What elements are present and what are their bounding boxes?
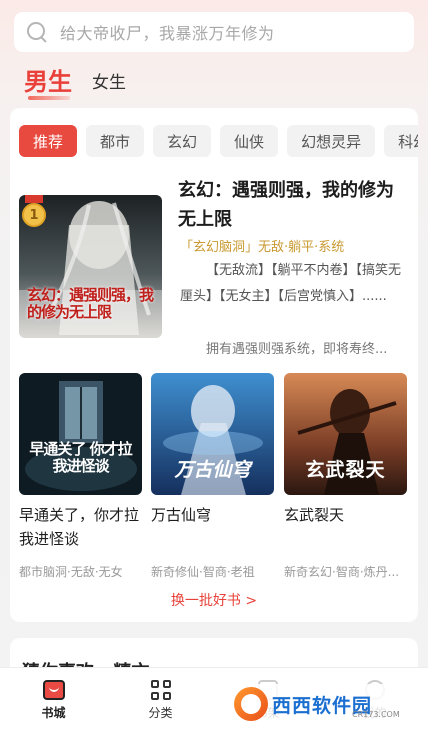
book-subtitle: 新奇修仙·智商·老祖 bbox=[151, 565, 255, 579]
book-title: 玄武裂天 bbox=[284, 506, 345, 524]
book-item[interactable]: 万古仙穹 万古仙穹 新奇修仙·智商·老祖 bbox=[151, 373, 274, 580]
search-icon bbox=[26, 21, 48, 43]
book-title: 万古仙穹 bbox=[151, 506, 212, 524]
featured-cover-text: 玄幻：遇强则强，我的修为无上限 bbox=[27, 286, 154, 321]
book-cover[interactable]: 早通关了 你才拉我进怪谈 bbox=[19, 373, 142, 495]
book-subtitle: 都市脑洞·无敌·无女 bbox=[19, 565, 123, 579]
nav-category[interactable]: 分类 bbox=[107, 668, 214, 732]
book-item[interactable]: 早通关了 你才拉我进怪谈 早通关了，你才拉我进怪谈 都市脑洞·无敌·无女 bbox=[19, 373, 142, 580]
recommend-card: 推荐 都市 玄幻 仙侠 幻想灵异 科幻 1 玄幻：遇 bbox=[10, 108, 418, 622]
category-tab-recommend[interactable]: 推荐 bbox=[19, 125, 78, 157]
search-bar[interactable]: 给大帝收尸，我暴涨万年修为 bbox=[14, 12, 414, 52]
category-tab-xianxia[interactable]: 仙侠 bbox=[220, 125, 279, 157]
refresh-books-link[interactable]: 换一批好书 > bbox=[10, 590, 418, 610]
nav-label: 分类 bbox=[148, 706, 173, 720]
watermark-logo: 西西软件园 CR173.COM bbox=[226, 684, 412, 724]
book-cover-text: 早通关了 你才拉我进怪谈 bbox=[29, 440, 132, 475]
search-placeholder: 给大帝收尸，我暴涨万年修为 bbox=[60, 24, 275, 43]
watermark-ring-icon bbox=[234, 687, 268, 721]
featured-book-intro: 拥有遇强则强系统，即将寿终... bbox=[206, 342, 388, 357]
tab-female[interactable]: 女生 bbox=[92, 68, 126, 103]
nav-label: 书城 bbox=[41, 706, 66, 720]
book-subtitle: 新奇玄幻·智商·炼丹... bbox=[284, 565, 400, 579]
book-item[interactable]: 玄武裂天 玄武裂天 新奇玄幻·智商·炼丹... bbox=[284, 373, 407, 580]
watermark-domain: CR173.COM bbox=[352, 710, 400, 719]
book-title: 早通关了，你才拉我进怪谈 bbox=[19, 506, 140, 548]
category-tab-fantasy[interactable]: 玄幻 bbox=[153, 125, 212, 157]
book-cover-text: 玄武裂天 bbox=[305, 459, 386, 481]
rank-badge: 1 bbox=[22, 195, 46, 227]
featured-book-tags: 「玄幻脑洞」无敌·躺平·系统 bbox=[180, 240, 345, 255]
gender-tabs: 男生 女生 bbox=[24, 62, 126, 103]
book-cover[interactable]: 万古仙穹 bbox=[151, 373, 274, 495]
book-cover[interactable]: 玄武裂天 bbox=[284, 373, 407, 495]
category-grid-icon bbox=[150, 680, 171, 700]
nav-bookstore[interactable]: 书城 bbox=[0, 668, 107, 732]
category-tab-scifi[interactable]: 科幻 bbox=[384, 125, 418, 157]
category-tab-urban[interactable]: 都市 bbox=[86, 125, 145, 157]
category-tab-supernatural[interactable]: 幻想灵异 bbox=[287, 125, 376, 157]
featured-book-description: 【无敌流】【躺平不内卷】【搞笑无厘头】【无女主】【后宫党慎入】...... bbox=[180, 263, 402, 304]
featured-book-title[interactable]: 玄幻：遇强则强，我的修为无上限 bbox=[178, 176, 410, 234]
category-tabs: 推荐 都市 玄幻 仙侠 幻想灵异 科幻 bbox=[19, 125, 418, 157]
bookstore-icon bbox=[42, 680, 65, 700]
featured-book-cover[interactable]: 1 玄幻：遇强则强，我的修为无上限 bbox=[19, 195, 162, 338]
tab-male[interactable]: 男生 bbox=[24, 62, 72, 103]
book-cover-text: 万古仙穹 bbox=[174, 459, 251, 481]
